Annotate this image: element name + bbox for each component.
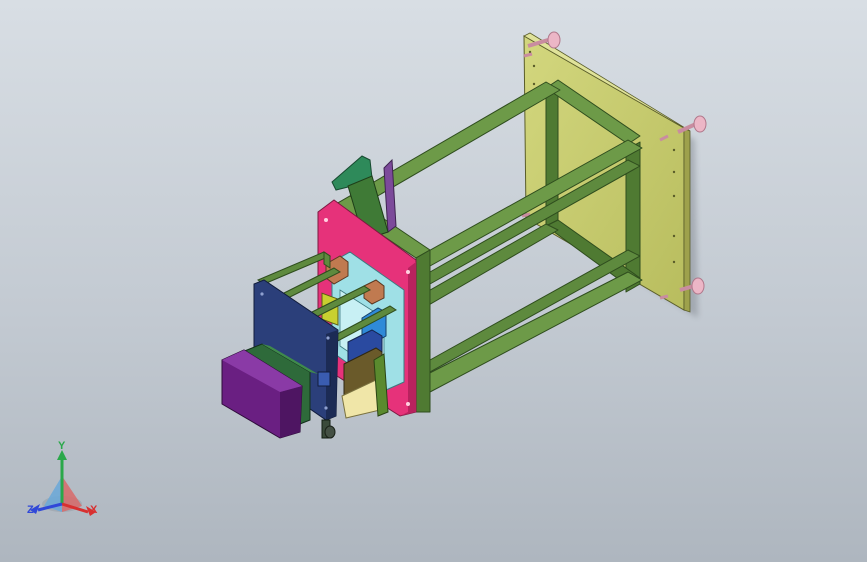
coordinate-triad: Y X Z [20, 440, 110, 526]
triad-x-label: X [90, 504, 98, 516]
assembly-model[interactable] [0, 0, 867, 562]
cad-viewport[interactable]: Y X Z [0, 0, 867, 562]
triad-z-label: Z [27, 504, 34, 516]
triad-y-label: Y [58, 440, 66, 452]
